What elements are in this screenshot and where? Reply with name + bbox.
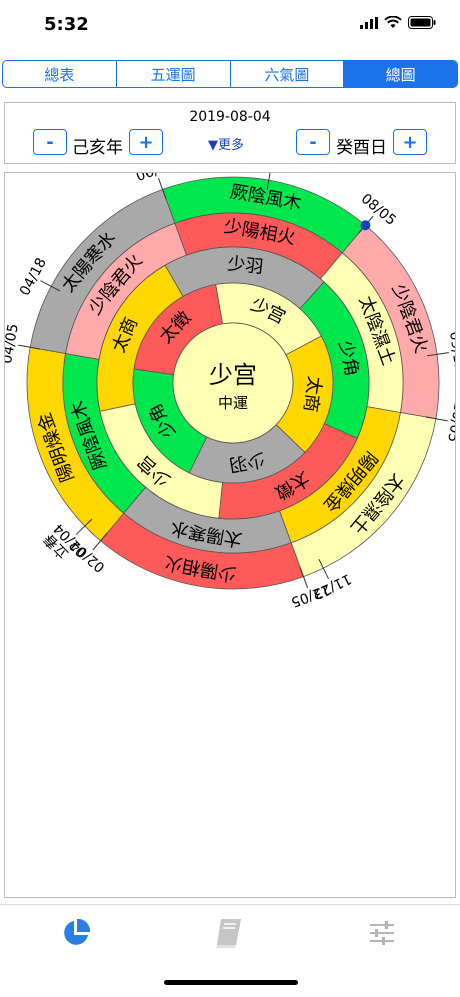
ring2-label: 少羽 xyxy=(226,253,264,278)
year-minus-button[interactable]: - xyxy=(33,129,67,155)
pie-chart-icon[interactable] xyxy=(60,917,92,949)
date-label-inner: 11/23 xyxy=(310,570,353,602)
center-title: 少宫 xyxy=(209,361,257,389)
date-label-outer: 06/05 xyxy=(134,173,177,185)
chart-panel: 厥陰風木 少陰君火 太陰濕土 少陽相火 陽明燥金 太陽寒水 少陽相火 太陰濕土 陽明燥金 太陽寒水… xyxy=(4,172,456,898)
tab-six-qi[interactable]: 六氣圖 xyxy=(231,61,345,87)
signal-icon xyxy=(360,16,378,29)
home-indicator xyxy=(164,980,298,985)
day-label: 癸酉日 xyxy=(336,138,387,158)
date-label-outer: 10/05 xyxy=(444,401,455,444)
tab-five-movements[interactable]: 五運圖 xyxy=(117,61,231,87)
status-icons xyxy=(360,16,436,29)
segmented-tabs: 總表 五運圖 六氣圖 總圖 xyxy=(2,60,458,88)
date-label-outer: 04/05 xyxy=(5,322,22,365)
year-plus-button[interactable]: + xyxy=(129,129,163,155)
book-icon[interactable] xyxy=(214,917,244,949)
center-subtitle: 中運 xyxy=(218,394,248,412)
wifi-icon xyxy=(384,16,402,28)
day-plus-button[interactable]: + xyxy=(393,129,427,155)
date-selector: 2019-08-04 - 己亥年 + ▼更多 - 癸酉日 + xyxy=(4,102,456,164)
tab-overall[interactable]: 總圖 xyxy=(344,61,457,87)
status-bar: 5:32 xyxy=(0,0,460,54)
date-label-inner: 04/18 xyxy=(17,255,50,298)
status-time: 5:32 xyxy=(44,14,89,35)
battery-icon xyxy=(408,16,436,29)
cycle-wheel: 厥陰風木少陰君火太陰濕土少陽相火陽明燥金太陽寒水 少陽相火太陰濕土陽明燥金太陽寒水… xyxy=(5,173,455,610)
settings-sliders-icon[interactable] xyxy=(368,917,396,949)
date-value: 2019-08-04 xyxy=(189,109,271,125)
more-button[interactable]: ▼更多 xyxy=(208,134,244,153)
tab-summary[interactable]: 總表 xyxy=(3,61,117,87)
current-date-marker xyxy=(360,220,371,231)
date-label-inner: 09/11 xyxy=(446,330,455,372)
day-minus-button[interactable]: - xyxy=(296,129,330,155)
year-label: 己亥年 xyxy=(72,138,123,158)
